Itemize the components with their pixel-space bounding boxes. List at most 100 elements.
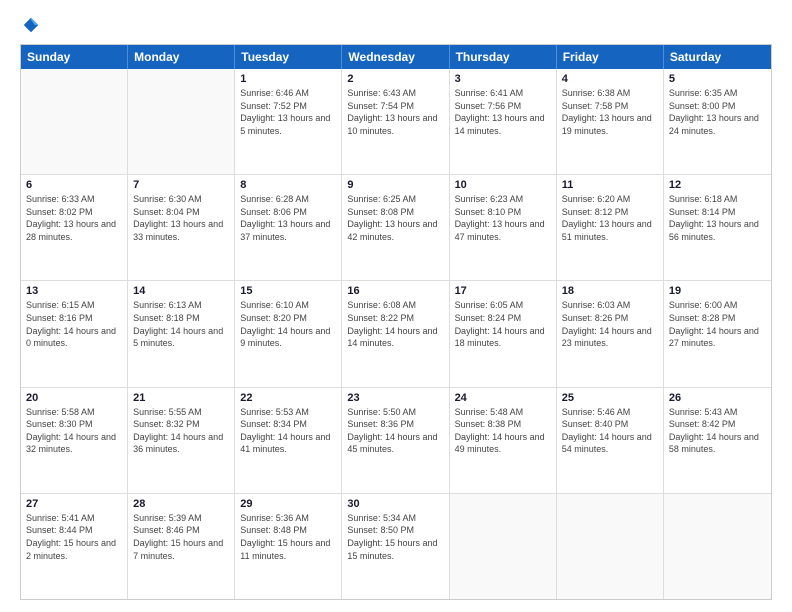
calendar-cell bbox=[128, 69, 235, 174]
calendar-cell: 13Sunrise: 6:15 AMSunset: 8:16 PMDayligh… bbox=[21, 281, 128, 386]
day-info: Sunrise: 6:38 AMSunset: 7:58 PMDaylight:… bbox=[562, 87, 658, 137]
day-number: 19 bbox=[669, 285, 766, 297]
day-number: 3 bbox=[455, 73, 551, 85]
calendar-row-3: 20Sunrise: 5:58 AMSunset: 8:30 PMDayligh… bbox=[21, 388, 771, 494]
day-number: 25 bbox=[562, 392, 658, 404]
day-info: Sunrise: 6:20 AMSunset: 8:12 PMDaylight:… bbox=[562, 193, 658, 243]
calendar-cell: 23 Sunrise: 5:50 AMSunset: 8:36 PMDayligh… bbox=[342, 388, 449, 493]
header-day-sunday: Sunday bbox=[21, 45, 128, 69]
calendar-cell: 7Sunrise: 6:30 AMSunset: 8:04 PMDaylight… bbox=[128, 175, 235, 280]
calendar-cell: 3Sunrise: 6:41 AMSunset: 7:56 PMDaylight… bbox=[450, 69, 557, 174]
day-info: Sunrise: 5:41 AMSunset: 8:44 PMDaylight:… bbox=[26, 512, 122, 562]
calendar-cell: 14 Sunrise: 6:13 AMSunset: 8:18 PMDayligh… bbox=[128, 281, 235, 386]
header-day-monday: Monday bbox=[128, 45, 235, 69]
day-number: 16 bbox=[347, 285, 443, 297]
calendar-row-4: 27 Sunrise: 5:41 AMSunset: 8:44 PMDayligh… bbox=[21, 494, 771, 599]
day-number: 7 bbox=[133, 179, 229, 191]
day-number: 30 bbox=[347, 498, 443, 510]
day-info: Sunrise: 5:43 AMSunset: 8:42 PMDaylight:… bbox=[669, 406, 766, 456]
header-day-saturday: Saturday bbox=[664, 45, 771, 69]
calendar-cell bbox=[557, 494, 664, 599]
calendar-cell: 5Sunrise: 6:35 AMSunset: 8:00 PMDaylight… bbox=[664, 69, 771, 174]
day-info: Sunrise: 5:39 AMSunset: 8:46 PMDaylight:… bbox=[133, 512, 229, 562]
page: SundayMondayTuesdayWednesdayThursdayFrid… bbox=[0, 0, 792, 612]
logo-icon bbox=[22, 16, 40, 34]
calendar: SundayMondayTuesdayWednesdayThursdayFrid… bbox=[20, 44, 772, 600]
calendar-cell: 17 Sunrise: 6:05 AMSunset: 8:24 PMDayligh… bbox=[450, 281, 557, 386]
day-info: Sunrise: 5:48 AMSunset: 8:38 PMDaylight:… bbox=[455, 406, 551, 456]
day-number: 20 bbox=[26, 392, 122, 404]
day-number: 5 bbox=[669, 73, 766, 85]
day-info: Sunrise: 6:46 AMSunset: 7:52 PMDaylight:… bbox=[240, 87, 336, 137]
calendar-cell: 28 Sunrise: 5:39 AMSunset: 8:46 PMDayligh… bbox=[128, 494, 235, 599]
calendar-row-1: 6Sunrise: 6:33 AMSunset: 8:02 PMDaylight… bbox=[21, 175, 771, 281]
day-info: Sunrise: 5:36 AMSunset: 8:48 PMDaylight:… bbox=[240, 512, 336, 562]
calendar-cell: 30Sunrise: 5:34 AMSunset: 8:50 PMDayligh… bbox=[342, 494, 449, 599]
header bbox=[20, 16, 772, 34]
calendar-cell: 29 Sunrise: 5:36 AMSunset: 8:48 PMDayligh… bbox=[235, 494, 342, 599]
calendar-cell: 11 Sunrise: 6:20 AMSunset: 8:12 PMDayligh… bbox=[557, 175, 664, 280]
day-number: 9 bbox=[347, 179, 443, 191]
day-info: Sunrise: 6:05 AMSunset: 8:24 PMDaylight:… bbox=[455, 299, 551, 349]
header-day-wednesday: Wednesday bbox=[342, 45, 449, 69]
calendar-cell: 2 Sunrise: 6:43 AMSunset: 7:54 PMDaylight… bbox=[342, 69, 449, 174]
day-number: 14 bbox=[133, 285, 229, 297]
header-day-friday: Friday bbox=[557, 45, 664, 69]
day-info: Sunrise: 5:55 AMSunset: 8:32 PMDaylight:… bbox=[133, 406, 229, 456]
calendar-cell: 26 Sunrise: 5:43 AMSunset: 8:42 PMDayligh… bbox=[664, 388, 771, 493]
day-info: Sunrise: 5:50 AMSunset: 8:36 PMDaylight:… bbox=[347, 406, 443, 456]
calendar-cell: 25 Sunrise: 5:46 AMSunset: 8:40 PMDayligh… bbox=[557, 388, 664, 493]
calendar-cell: 20Sunrise: 5:58 AMSunset: 8:30 PMDayligh… bbox=[21, 388, 128, 493]
day-number: 2 bbox=[347, 73, 443, 85]
day-number: 24 bbox=[455, 392, 551, 404]
calendar-cell: 10 Sunrise: 6:23 AMSunset: 8:10 PMDayligh… bbox=[450, 175, 557, 280]
day-number: 13 bbox=[26, 285, 122, 297]
day-number: 22 bbox=[240, 392, 336, 404]
day-info: Sunrise: 6:25 AMSunset: 8:08 PMDaylight:… bbox=[347, 193, 443, 243]
calendar-cell: 19 Sunrise: 6:00 AMSunset: 8:28 PMDayligh… bbox=[664, 281, 771, 386]
day-number: 27 bbox=[26, 498, 122, 510]
day-number: 28 bbox=[133, 498, 229, 510]
day-info: Sunrise: 6:13 AMSunset: 8:18 PMDaylight:… bbox=[133, 299, 229, 349]
day-number: 11 bbox=[562, 179, 658, 191]
calendar-cell: 24 Sunrise: 5:48 AMSunset: 8:38 PMDayligh… bbox=[450, 388, 557, 493]
day-number: 21 bbox=[133, 392, 229, 404]
header-day-thursday: Thursday bbox=[450, 45, 557, 69]
calendar-cell: 22 Sunrise: 5:53 AMSunset: 8:34 PMDayligh… bbox=[235, 388, 342, 493]
day-info: Sunrise: 6:03 AMSunset: 8:26 PMDaylight:… bbox=[562, 299, 658, 349]
day-number: 15 bbox=[240, 285, 336, 297]
day-number: 29 bbox=[240, 498, 336, 510]
day-info: Sunrise: 6:08 AMSunset: 8:22 PMDaylight:… bbox=[347, 299, 443, 349]
calendar-cell: 15 Sunrise: 6:10 AMSunset: 8:20 PMDayligh… bbox=[235, 281, 342, 386]
day-number: 10 bbox=[455, 179, 551, 191]
calendar-cell: 21 Sunrise: 5:55 AMSunset: 8:32 PMDayligh… bbox=[128, 388, 235, 493]
day-info: Sunrise: 6:00 AMSunset: 8:28 PMDaylight:… bbox=[669, 299, 766, 349]
calendar-cell: 4Sunrise: 6:38 AMSunset: 7:58 PMDaylight… bbox=[557, 69, 664, 174]
day-info: Sunrise: 6:33 AMSunset: 8:02 PMDaylight:… bbox=[26, 193, 122, 243]
logo bbox=[20, 16, 40, 34]
day-info: Sunrise: 6:10 AMSunset: 8:20 PMDaylight:… bbox=[240, 299, 336, 349]
calendar-cell: 27 Sunrise: 5:41 AMSunset: 8:44 PMDayligh… bbox=[21, 494, 128, 599]
day-number: 1 bbox=[240, 73, 336, 85]
day-number: 17 bbox=[455, 285, 551, 297]
day-info: Sunrise: 5:53 AMSunset: 8:34 PMDaylight:… bbox=[240, 406, 336, 456]
day-info: Sunrise: 6:28 AMSunset: 8:06 PMDaylight:… bbox=[240, 193, 336, 243]
day-info: Sunrise: 6:23 AMSunset: 8:10 PMDaylight:… bbox=[455, 193, 551, 243]
calendar-cell bbox=[450, 494, 557, 599]
calendar-cell bbox=[21, 69, 128, 174]
day-info: Sunrise: 6:43 AMSunset: 7:54 PMDaylight:… bbox=[347, 87, 443, 137]
calendar-cell: 9 Sunrise: 6:25 AMSunset: 8:08 PMDaylight… bbox=[342, 175, 449, 280]
day-number: 26 bbox=[669, 392, 766, 404]
header-day-tuesday: Tuesday bbox=[235, 45, 342, 69]
calendar-row-2: 13Sunrise: 6:15 AMSunset: 8:16 PMDayligh… bbox=[21, 281, 771, 387]
calendar-row-0: 1 Sunrise: 6:46 AMSunset: 7:52 PMDaylight… bbox=[21, 69, 771, 175]
day-number: 23 bbox=[347, 392, 443, 404]
calendar-body: 1 Sunrise: 6:46 AMSunset: 7:52 PMDaylight… bbox=[21, 69, 771, 599]
calendar-cell: 18 Sunrise: 6:03 AMSunset: 8:26 PMDayligh… bbox=[557, 281, 664, 386]
day-number: 18 bbox=[562, 285, 658, 297]
day-info: Sunrise: 6:18 AMSunset: 8:14 PMDaylight:… bbox=[669, 193, 766, 243]
day-info: Sunrise: 5:46 AMSunset: 8:40 PMDaylight:… bbox=[562, 406, 658, 456]
day-number: 8 bbox=[240, 179, 336, 191]
calendar-cell: 6Sunrise: 6:33 AMSunset: 8:02 PMDaylight… bbox=[21, 175, 128, 280]
calendar-cell: 8 Sunrise: 6:28 AMSunset: 8:06 PMDaylight… bbox=[235, 175, 342, 280]
